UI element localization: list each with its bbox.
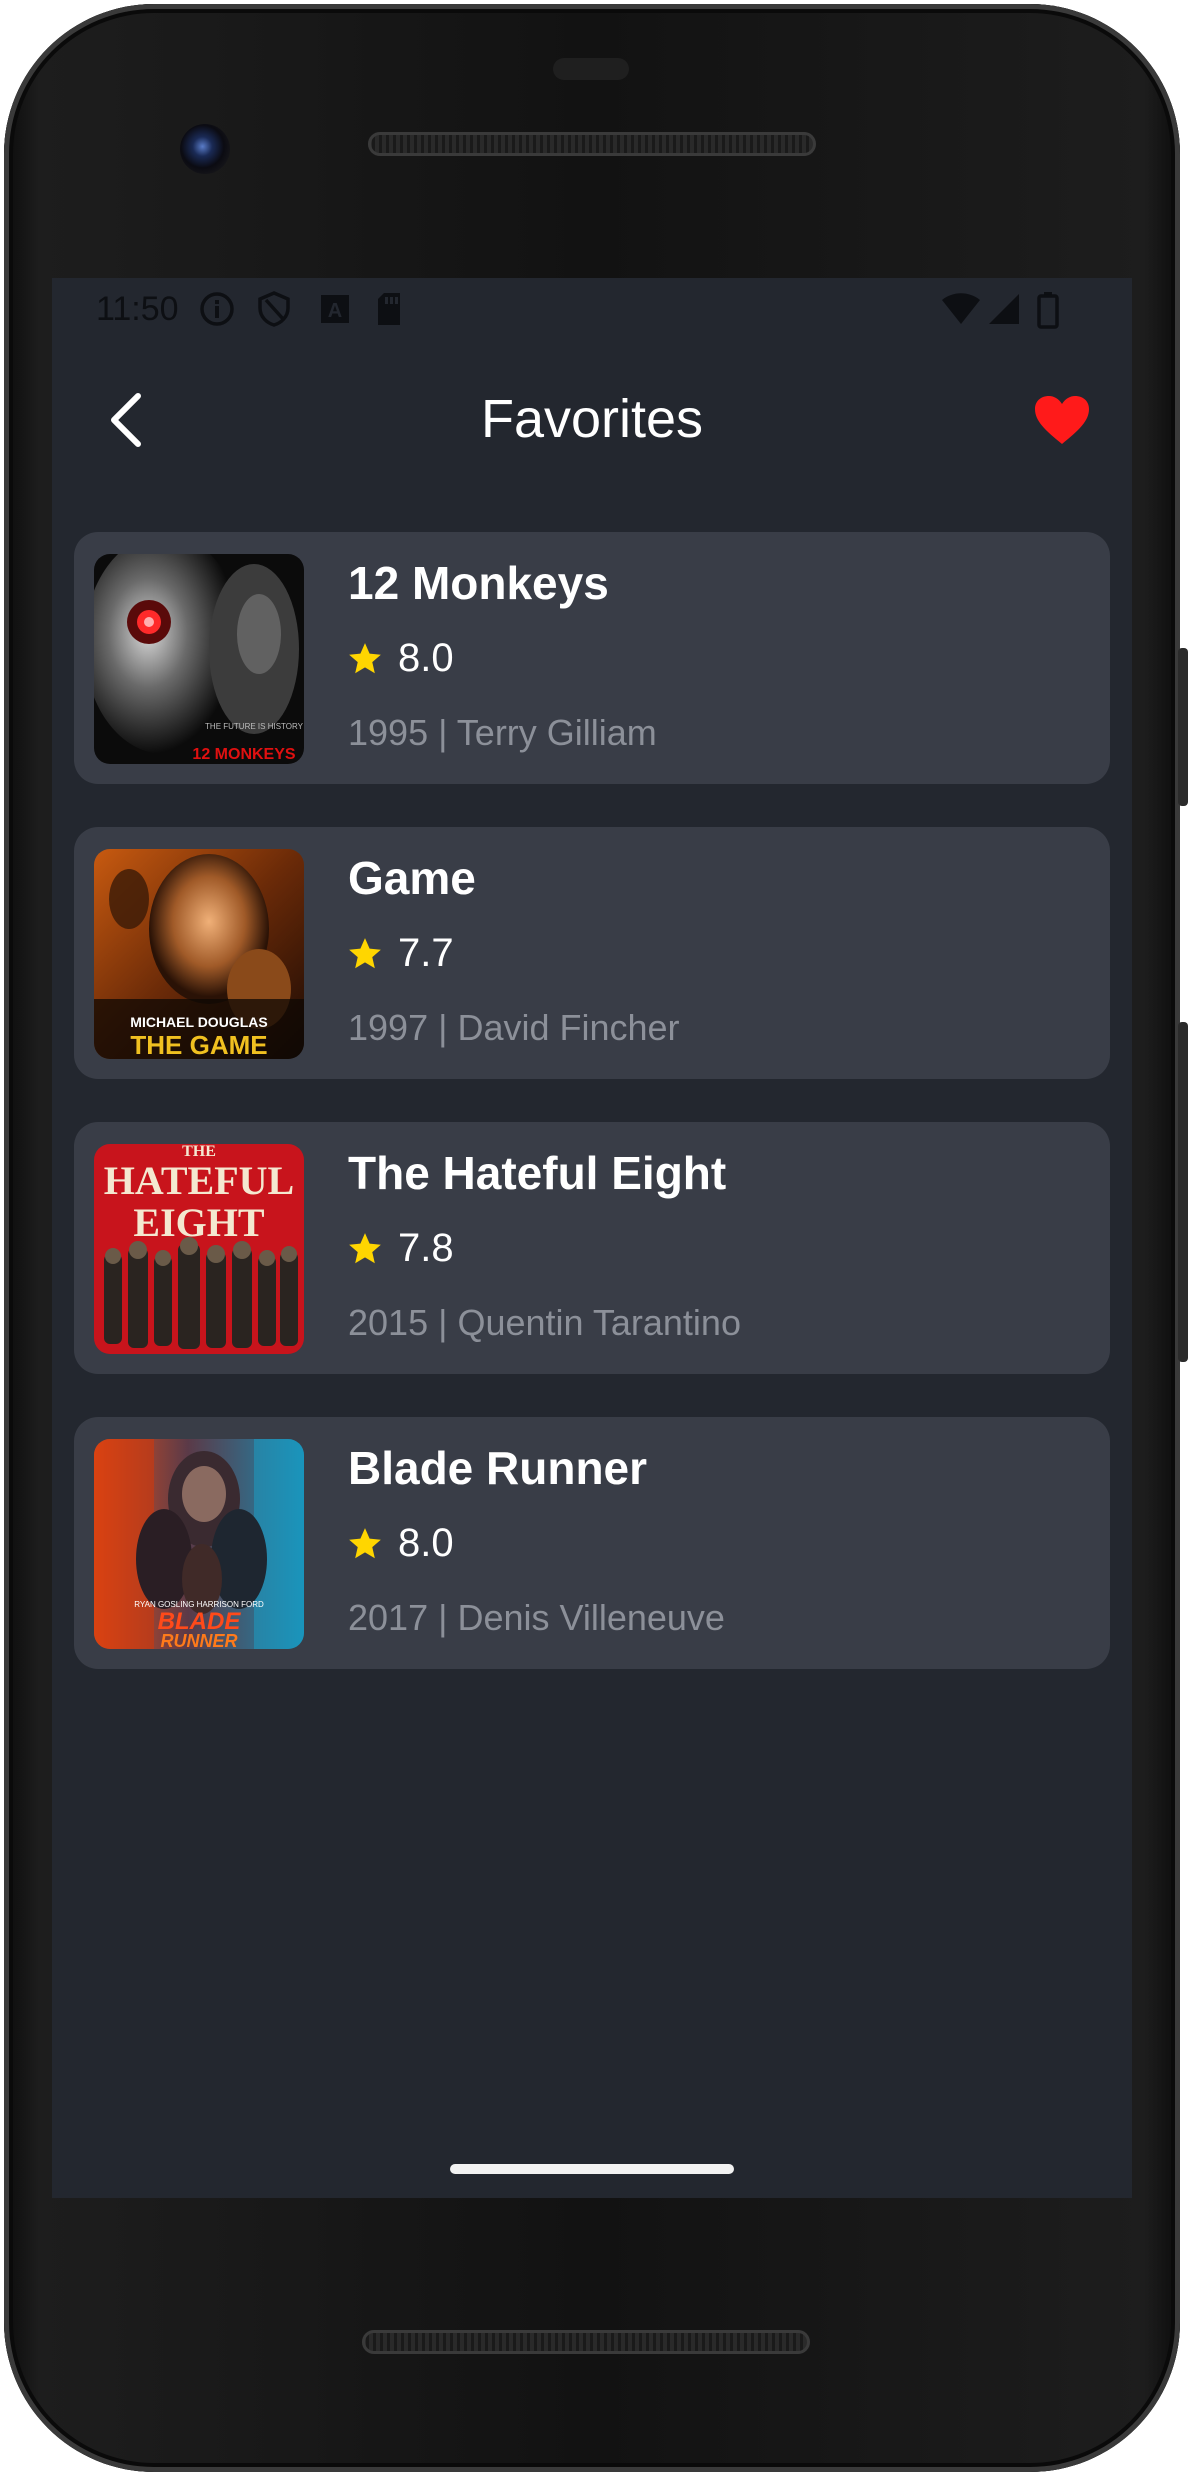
svg-text:HATEFUL: HATEFUL xyxy=(104,1158,294,1203)
rating: 7.8 xyxy=(346,1226,454,1271)
star-icon xyxy=(349,642,381,673)
favorite-card[interactable]: THE HATEFUL EIGHT The Hateful Eight 7.8 … xyxy=(74,1122,1110,1374)
rating-value: 7.7 xyxy=(398,931,454,975)
movie-meta: 2017 | Denis Villeneuve xyxy=(348,1597,725,1638)
app-bar: Favorites xyxy=(52,344,1132,496)
movie-poster: THE FUTURE IS HISTORY 12 MONKEYS xyxy=(94,554,304,764)
heart-icon xyxy=(1035,396,1089,444)
info-icon xyxy=(198,290,236,333)
shield-icon xyxy=(256,290,292,333)
font-a-icon: A xyxy=(318,290,352,333)
home-indicator[interactable] xyxy=(450,2164,734,2174)
battery-icon xyxy=(1036,290,1060,335)
wifi-icon xyxy=(940,290,982,333)
status-time: 11:50 xyxy=(96,290,179,328)
movie-title: The Hateful Eight xyxy=(348,1147,727,1199)
movie-meta: 2015 | Quentin Tarantino xyxy=(348,1302,741,1343)
svg-text:THE GAME: THE GAME xyxy=(130,1030,267,1059)
movie-poster: MICHAEL DOUGLAS THE GAME xyxy=(94,849,304,1059)
page-title: Favorites xyxy=(480,389,704,449)
power-button xyxy=(1178,648,1188,806)
rating-value: 7.8 xyxy=(398,1226,454,1270)
movie-title: 12 Monkeys xyxy=(348,557,609,609)
svg-text:12 MONKEYS: 12 MONKEYS xyxy=(192,746,295,763)
status-bar: 11:50 A xyxy=(52,278,1132,344)
favorite-card[interactable]: THE FUTURE IS HISTORY 12 MONKEYS 12 Monk… xyxy=(74,532,1110,784)
movie-meta: 1997 | David Fincher xyxy=(348,1007,680,1048)
top-speaker-grille xyxy=(368,132,816,156)
bottom-speaker-grille xyxy=(362,2330,810,2354)
star-icon xyxy=(349,1232,381,1263)
movie-title: Game xyxy=(348,852,476,904)
movie-poster: THE HATEFUL EIGHT xyxy=(94,1144,304,1354)
svg-text:RUNNER: RUNNER xyxy=(160,1631,237,1649)
rating-value: 8.0 xyxy=(398,636,454,680)
svg-text:MICHAEL DOUGLAS: MICHAEL DOUGLAS xyxy=(130,1014,267,1030)
sd-card-icon xyxy=(374,290,404,333)
star-icon xyxy=(349,937,381,968)
svg-text:EIGHT: EIGHT xyxy=(133,1200,264,1245)
favorite-card[interactable]: RYAN GOSLING HARRISON FORD BLADE RUNNER … xyxy=(74,1417,1110,1669)
rating-value: 8.0 xyxy=(398,1521,454,1565)
favorite-toggle-button[interactable] xyxy=(1026,384,1098,456)
star-icon xyxy=(349,1527,381,1558)
movie-meta: 1995 | Terry Gilliam xyxy=(348,712,657,753)
svg-text:A: A xyxy=(328,300,342,322)
app-screen: 11:50 A Favorites THE FUTURE IS HISTORY … xyxy=(52,278,1132,2198)
signal-icon xyxy=(986,290,1022,333)
earpiece xyxy=(553,58,629,80)
movie-title: Blade Runner xyxy=(348,1442,648,1494)
volume-button xyxy=(1178,1022,1188,1362)
svg-text:THE FUTURE IS HISTORY: THE FUTURE IS HISTORY xyxy=(205,722,304,731)
rating: 7.7 xyxy=(346,931,454,976)
favorite-card[interactable]: MICHAEL DOUGLAS THE GAME Game 7.7 1997 |… xyxy=(74,827,1110,1079)
movie-poster: RYAN GOSLING HARRISON FORD BLADE RUNNER xyxy=(94,1439,304,1649)
front-camera xyxy=(180,124,230,174)
rating: 8.0 xyxy=(346,636,454,681)
phone-device: 11:50 A Favorites THE FUTURE IS HISTORY … xyxy=(0,0,1194,2480)
rating: 8.0 xyxy=(346,1521,454,1566)
